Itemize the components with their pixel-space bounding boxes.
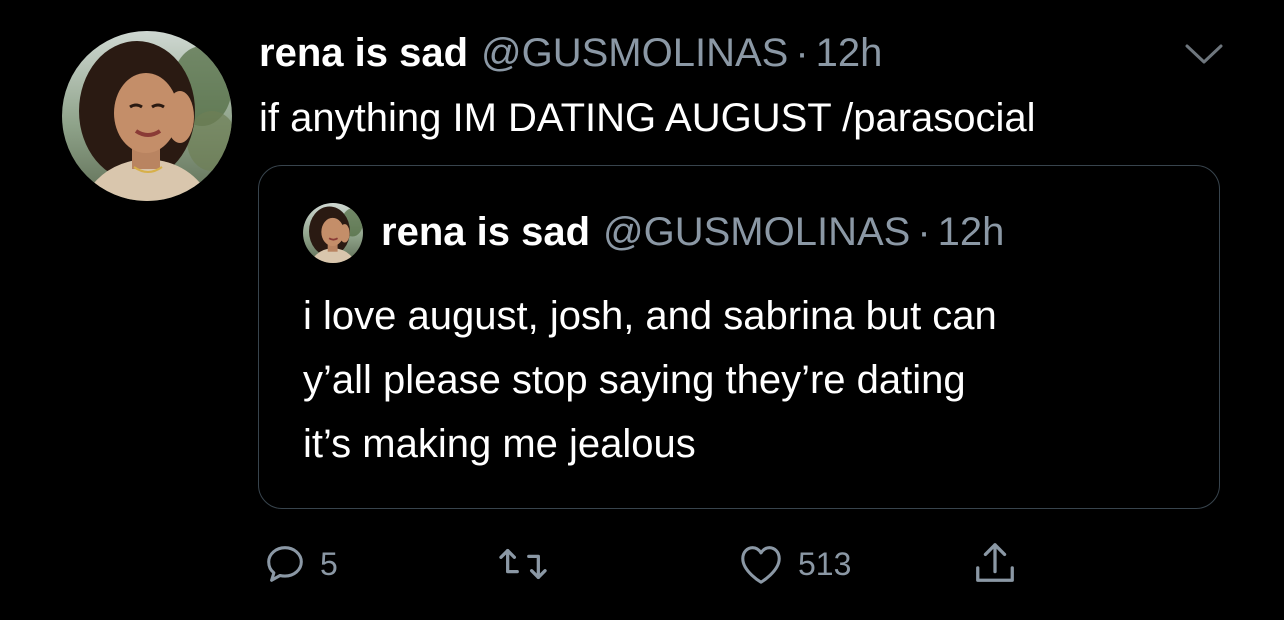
reply-button[interactable]: 5 [262, 534, 338, 594]
quoted-text: i love august, josh, and sabrina but can… [303, 284, 1203, 476]
tweet-time[interactable]: 12h [816, 31, 883, 76]
quoted-author-handle: @GUSMOLINAS [603, 210, 911, 254]
author-name[interactable]: rena is sad [259, 31, 468, 76]
share-button[interactable] [972, 534, 1018, 594]
retweet-button[interactable] [497, 534, 561, 594]
action-bar: 5 513 [0, 534, 1284, 594]
separator-dot: · [917, 210, 931, 254]
tweet-text: if anything IM DATING AUGUST /parasocial [259, 96, 1036, 140]
quoted-author-name: rena is sad [381, 210, 591, 254]
quoted-text-line: i love august, josh, and sabrina but can [303, 294, 997, 338]
like-button[interactable]: 513 [736, 534, 851, 594]
chevron-down-icon[interactable] [1184, 40, 1224, 68]
quoted-tweet[interactable]: rena is sad @GUSMOLINAS · 12h i love aug… [258, 165, 1220, 509]
heart-icon [741, 546, 781, 584]
share-icon [976, 543, 1014, 582]
tweet[interactable]: rena is sad @GUSMOLINAS · 12h if anythin… [0, 0, 1284, 620]
author-handle[interactable]: @GUSMOLINAS [481, 31, 788, 76]
quoted-time: 12h [937, 210, 1005, 254]
reply-icon [267, 546, 303, 582]
quoted-text-line: y’all please stop saying they’re dating [303, 358, 966, 402]
like-count: 513 [798, 545, 852, 582]
tweet-header: rena is sad @GUSMOLINAS · 12h [259, 31, 882, 83]
reply-count: 5 [320, 545, 338, 582]
quoted-avatar [303, 203, 363, 263]
avatar[interactable] [62, 31, 232, 201]
retweet-icon [499, 548, 547, 580]
separator-dot: · [795, 31, 809, 75]
quoted-header: rena is sad @GUSMOLINAS · 12h [381, 210, 1004, 255]
profile-photo [303, 203, 363, 263]
profile-photo [62, 31, 232, 201]
quoted-text-line: it’s making me jealous [303, 422, 696, 466]
